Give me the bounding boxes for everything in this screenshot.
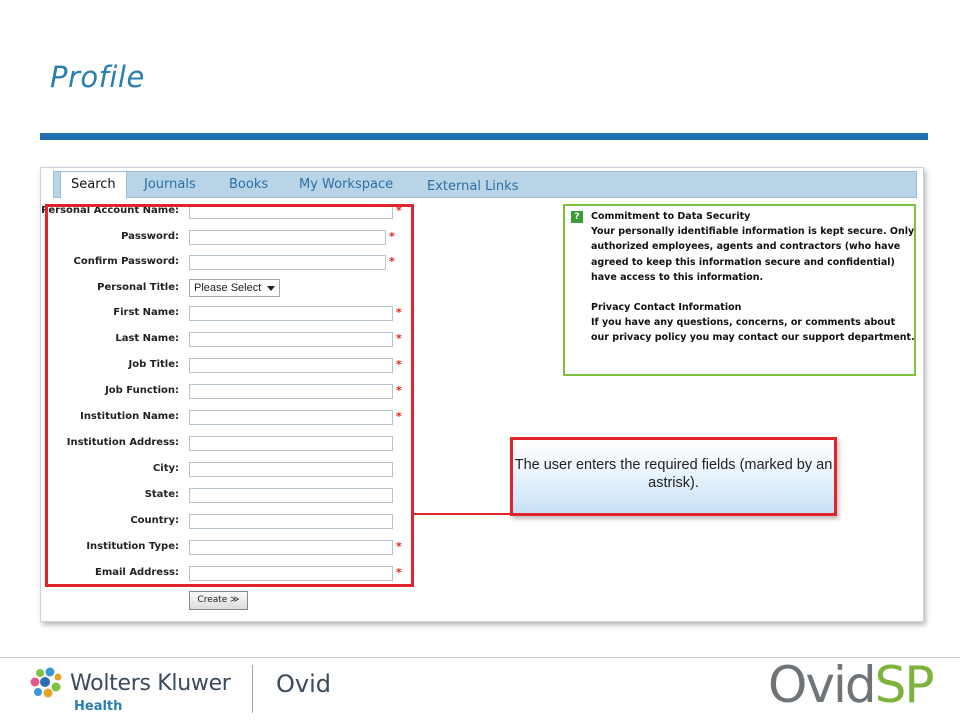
ovidsp-logo-ovid: Ovid	[768, 656, 877, 714]
brand-name: Wolters Kluwer	[70, 671, 231, 696]
instruction-callout: The user enters the required fields (mar…	[510, 437, 837, 516]
required-fields-highlight	[45, 204, 414, 587]
embedded-screenshot: Search Journals Books My Workspace Exter…	[40, 167, 924, 622]
security-body: Your personally identifiable information…	[591, 226, 915, 283]
title-rule	[40, 133, 928, 140]
privacy-heading: Privacy Contact Information	[591, 302, 742, 313]
footer-divider	[252, 665, 253, 713]
product-name: Ovid	[276, 670, 331, 698]
slide-title: Profile	[50, 60, 145, 94]
tab-my-workspace[interactable]: My Workspace	[299, 172, 393, 198]
ovidsp-logo: OvidSP	[768, 656, 935, 714]
tab-search[interactable]: Search	[60, 171, 127, 199]
tab-books[interactable]: Books	[229, 172, 268, 198]
create-button[interactable]: Create ≫	[189, 591, 248, 610]
wolters-kluwer-mark-icon	[30, 667, 62, 698]
tab-journals[interactable]: Journals	[144, 172, 196, 198]
brand-division: Health	[74, 699, 123, 714]
security-heading: Commitment to Data Security	[591, 211, 751, 222]
help-icon[interactable]: ?	[571, 211, 583, 223]
privacy-body: If you have any questions, concerns, or …	[591, 317, 915, 344]
tab-external-links[interactable]: External Links	[427, 174, 518, 200]
data-security-panel: ? Commitment to Data Security Your perso…	[563, 204, 916, 376]
callout-connector	[414, 513, 512, 515]
ovidsp-logo-sp: SP	[874, 656, 935, 714]
tab-bar: Search Journals Books My Workspace Exter…	[53, 171, 917, 200]
